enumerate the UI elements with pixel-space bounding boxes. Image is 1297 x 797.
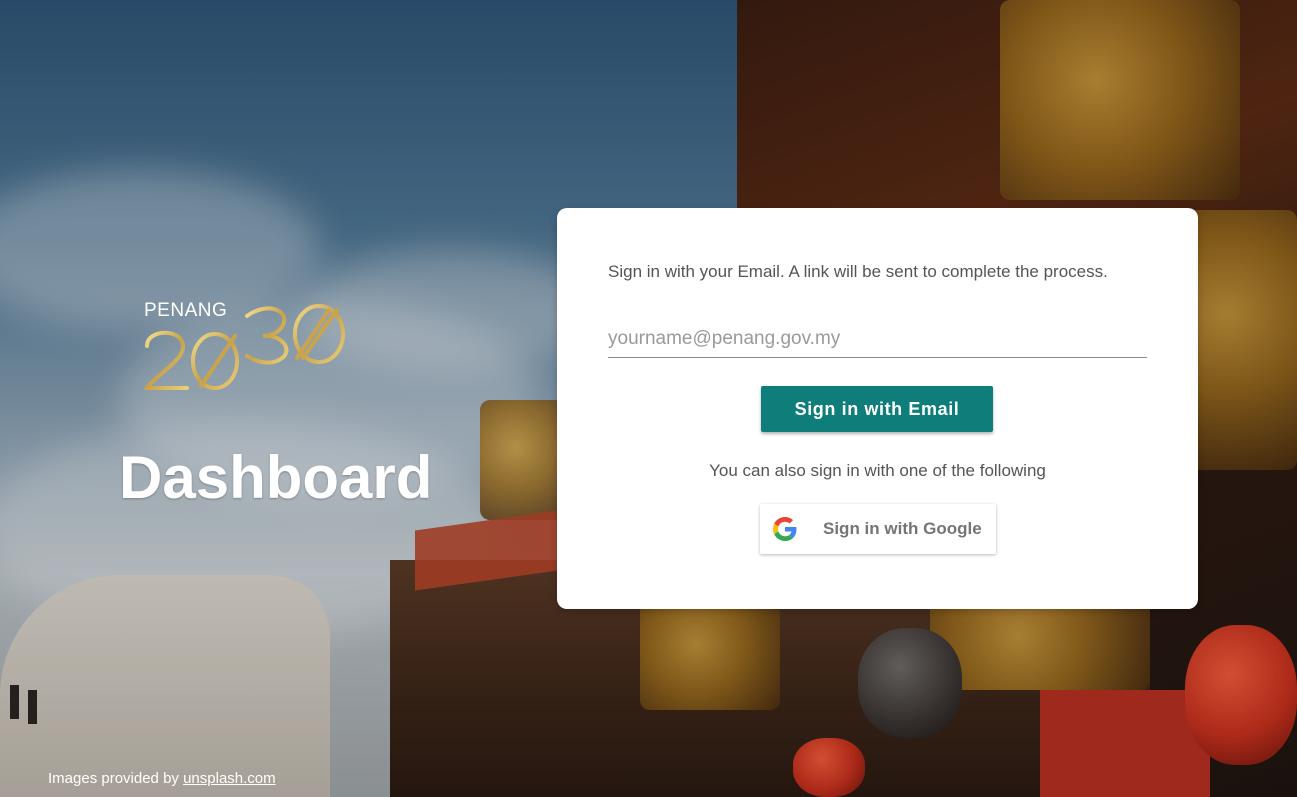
signin-google-button-label: Sign in with Google (823, 519, 982, 538)
logo-text-top: PENANG (144, 300, 227, 321)
unsplash-link[interactable]: unsplash.com (183, 770, 276, 787)
signin-google-button[interactable]: Sign in with Google (760, 504, 996, 554)
penang-2030-logo: PENANG (143, 298, 348, 394)
image-credit-prefix: Images provided by (48, 770, 184, 787)
alternative-signin-text: You can also sign in with one of the fol… (709, 461, 1046, 480)
signin-instructions: Sign in with your Email. A link will be … (608, 262, 1108, 281)
google-g-icon (773, 517, 797, 541)
signin-email-button-label: Sign in with Email (794, 398, 960, 419)
email-input[interactable] (608, 321, 1147, 358)
signin-card: Sign in with your Email. A link will be … (557, 208, 1198, 609)
page-title: Dashboard (119, 444, 433, 511)
signin-email-button[interactable]: Sign in with Email (761, 386, 993, 432)
image-credit: Images provided by unsplash.com (48, 770, 276, 788)
